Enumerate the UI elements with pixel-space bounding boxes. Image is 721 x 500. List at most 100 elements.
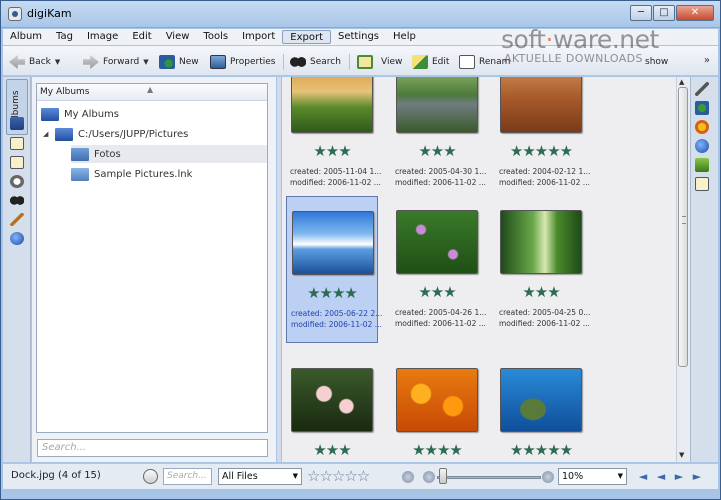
properties-button[interactable]: Properties bbox=[210, 53, 275, 71]
scroll-up-icon[interactable]: ▲ bbox=[679, 78, 684, 86]
thumbnail-item[interactable]: ★★★★ bbox=[391, 354, 483, 462]
next-item-icon[interactable]: ► bbox=[672, 470, 686, 483]
edit-button[interactable]: Edit bbox=[412, 53, 449, 71]
albums-tab-icon bbox=[10, 117, 24, 130]
zoom-slider[interactable] bbox=[437, 476, 541, 479]
back-button[interactable]: Back ▼ bbox=[9, 53, 60, 71]
new-album-button[interactable]: New bbox=[159, 53, 199, 71]
metadata-tab-icon[interactable] bbox=[695, 101, 709, 115]
status-file-info: Dock.jpg (4 of 15) bbox=[11, 470, 101, 481]
menu-help[interactable]: Help bbox=[386, 30, 423, 44]
album-tree-header[interactable]: My Albums ▲ bbox=[37, 84, 267, 101]
rating-stars[interactable]: ★★★★ bbox=[391, 441, 483, 459]
last-item-icon[interactable]: ► bbox=[690, 470, 704, 483]
file-type-filter[interactable]: All Files ▼ bbox=[218, 468, 302, 485]
rating-stars[interactable]: ★★★ bbox=[391, 283, 483, 301]
menu-export[interactable]: Export bbox=[282, 30, 331, 44]
search-reset-icon[interactable] bbox=[143, 469, 158, 484]
timeline-tab-icon[interactable] bbox=[10, 175, 24, 188]
close-button[interactable]: ✕ bbox=[676, 5, 714, 21]
thumbnail-info: created: 2005-04-25 0... modified: 2006-1… bbox=[499, 308, 591, 328]
menu-settings[interactable]: Settings bbox=[331, 30, 386, 44]
status-search-input[interactable]: Search... bbox=[163, 468, 212, 485]
zoom-in-icon[interactable] bbox=[542, 471, 554, 483]
view-button[interactable]: View bbox=[357, 53, 402, 71]
scrollbar-thumb[interactable] bbox=[678, 87, 688, 367]
maximize-button[interactable]: □ bbox=[653, 5, 675, 21]
rating-stars[interactable]: ★★★★★ bbox=[495, 142, 587, 160]
chevron-down-icon: ▼ bbox=[292, 472, 298, 480]
tree-item-sample-pictures[interactable]: Sample Pictures.lnk bbox=[71, 165, 267, 183]
albums-root-icon bbox=[41, 107, 59, 121]
panel-splitter[interactable] bbox=[277, 77, 281, 462]
scrollbar-grip bbox=[682, 216, 686, 224]
calendar-tab-icon[interactable] bbox=[10, 156, 24, 169]
menu-import[interactable]: Import bbox=[235, 30, 282, 44]
zoom-slider-handle[interactable] bbox=[439, 468, 447, 484]
rating-filter[interactable]: ☆☆☆☆☆ bbox=[307, 467, 370, 485]
thumbnail-scrollbar[interactable]: ▲ ▼ bbox=[676, 77, 689, 462]
zoom-level-select[interactable]: 10% ▼ bbox=[558, 468, 627, 485]
rating-stars[interactable]: ★★★ bbox=[286, 441, 378, 459]
map-search-tab-icon[interactable] bbox=[10, 232, 24, 245]
menu-image[interactable]: Image bbox=[80, 30, 125, 44]
rating-stars[interactable]: ★★★★ bbox=[287, 284, 377, 302]
right-sidebar-tabs bbox=[690, 77, 718, 462]
file-type-filter-value: All Files bbox=[222, 471, 258, 482]
scroll-down-icon[interactable]: ▼ bbox=[679, 451, 684, 459]
tree-item-label: Sample Pictures.lnk bbox=[94, 168, 193, 180]
tree-item-my-albums[interactable]: My Albums bbox=[41, 105, 267, 123]
rating-stars[interactable]: ★★★ bbox=[391, 142, 483, 160]
title-bar: digiKam ─ □ ✕ bbox=[1, 1, 720, 28]
rating-stars[interactable]: ★★★★★ bbox=[495, 441, 587, 459]
edit-image-icon bbox=[412, 55, 428, 69]
minimize-button[interactable]: ─ bbox=[630, 5, 652, 21]
thumbnail-image bbox=[500, 368, 582, 432]
search-tab-icon[interactable] bbox=[10, 194, 24, 207]
thumbnail-item[interactable]: ★★★ created: 2005-04-25 0... modified: 20… bbox=[495, 196, 591, 343]
expand-arrow-icon[interactable]: ◢ bbox=[43, 130, 55, 138]
properties-icon bbox=[210, 55, 226, 69]
album-search-input[interactable]: Search... bbox=[37, 439, 268, 457]
zoom-fit-icon[interactable] bbox=[402, 471, 414, 483]
tree-item-pictures-root[interactable]: ◢ C:/Users/JUPP/Pictures bbox=[43, 125, 267, 143]
thumbnail-item[interactable]: ★★★★★ created: 2004-02-12 1... modified: … bbox=[495, 77, 590, 202]
rating-stars[interactable]: ★★★ bbox=[495, 283, 587, 301]
menu-edit[interactable]: Edit bbox=[125, 30, 158, 44]
back-arrow-icon bbox=[9, 55, 25, 69]
thumbnail-image bbox=[291, 77, 373, 133]
view-image-icon bbox=[357, 55, 373, 69]
properties-tab-icon[interactable] bbox=[695, 82, 709, 96]
search-button[interactable]: Search bbox=[290, 53, 341, 71]
versions-tab-icon[interactable] bbox=[695, 177, 709, 191]
thumbnail-item[interactable]: ★★★ created: 2005-04-30 1... modified: 20… bbox=[391, 77, 487, 202]
left-sidebar-tabs: Albums bbox=[3, 77, 31, 462]
thumbnail-info: created: 2005-04-26 1... modified: 2006-1… bbox=[395, 308, 487, 328]
zoom-out-icon[interactable] bbox=[423, 471, 435, 483]
sort-up-icon: ▲ bbox=[147, 85, 154, 94]
thumbnail-item[interactable]: ★★★★★ bbox=[495, 354, 587, 462]
thumbnail-item[interactable]: ★★★ created: 2005-04-26 1... modified: 20… bbox=[391, 196, 487, 343]
previous-item-icon[interactable]: ◄ bbox=[654, 470, 668, 483]
first-item-icon[interactable]: ◄ bbox=[636, 470, 650, 483]
digikam-app-icon bbox=[8, 7, 22, 21]
tags-tab-icon[interactable] bbox=[10, 137, 24, 150]
tags-tab-icon[interactable] bbox=[695, 158, 709, 172]
menu-tools[interactable]: Tools bbox=[196, 30, 235, 44]
tree-item-label: C:/Users/JUPP/Pictures bbox=[78, 128, 189, 140]
menu-view[interactable]: View bbox=[159, 30, 197, 44]
fuzzy-search-tab-icon[interactable] bbox=[10, 213, 24, 226]
colors-tab-icon[interactable] bbox=[695, 120, 709, 134]
menu-tag[interactable]: Tag bbox=[49, 30, 80, 44]
thumbnail-item-selected[interactable]: ★★★★ created: 2005-06-22 2... modified: 2… bbox=[286, 196, 382, 343]
geolocation-tab-icon[interactable] bbox=[695, 139, 709, 153]
thumbnail-image bbox=[500, 210, 582, 274]
albums-panel: My Albums ▲ My Albums ◢ C:/Users/JUPP/Pi… bbox=[32, 77, 276, 462]
tree-item-fotos[interactable]: Fotos bbox=[71, 145, 267, 163]
forward-button[interactable]: Forward ▼ bbox=[83, 53, 149, 71]
menu-album[interactable]: Album bbox=[3, 30, 49, 44]
thumbnail-item[interactable]: ★★★ bbox=[286, 354, 378, 462]
thumbnail-item[interactable]: ★★★ created: 2005-11-04 1... modified: 20… bbox=[286, 77, 381, 202]
rating-stars[interactable]: ★★★ bbox=[286, 142, 378, 160]
thumbnail-info: created: 2005-04-30 1... modified: 2006-1… bbox=[395, 167, 487, 187]
